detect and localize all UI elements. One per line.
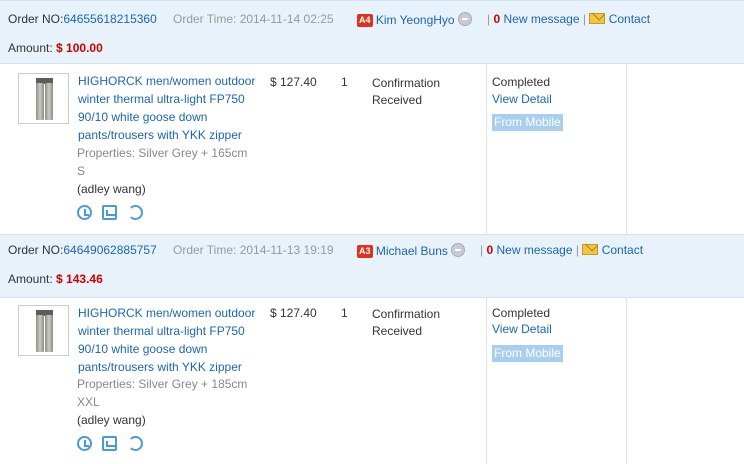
wangwang-icon[interactable] [457, 12, 472, 26]
properties-value: Silver Grey + 185cm [138, 377, 248, 391]
order-time: Order Time: 2014-11-13 19:19 [173, 243, 334, 257]
completion-status: Completed [492, 306, 551, 320]
envelope-icon [589, 13, 606, 24]
new-message-count: 0 [493, 12, 501, 26]
order-no-label: Order NO: [8, 243, 64, 257]
new-message-link[interactable]: New message [497, 243, 573, 257]
divider [486, 64, 487, 234]
order-no-link[interactable]: 64649062885757 [63, 243, 156, 257]
from-mobile-badge: From Mobile [492, 345, 563, 362]
view-detail-link[interactable]: View Detail [492, 92, 552, 106]
order-time-value: 2014-11-14 02:25 [239, 12, 334, 26]
quantity: 1 [341, 306, 348, 320]
message-area: | 0 New message | Contact [487, 12, 651, 26]
buyer-name-link[interactable]: Michael Buns [376, 244, 448, 258]
message-area: | 0 New message | Contact [480, 243, 644, 257]
order-status: Confirmation Received [372, 76, 441, 107]
unit-price: $ 127.40 [270, 306, 317, 320]
order-body: HIGHORCK men/women outdoor winter therma… [0, 64, 744, 234]
clock-icon[interactable] [77, 205, 92, 220]
pants-image [36, 310, 53, 352]
package-icon[interactable] [102, 205, 117, 220]
buyer: A4 Kim YeongHyo [357, 12, 472, 27]
quantity: 1 [341, 75, 348, 89]
order-time: Order Time: 2014-11-14 02:25 [173, 12, 334, 26]
completion-status: Completed [492, 75, 551, 89]
clock-icon[interactable] [77, 436, 92, 451]
product-title-link[interactable]: HIGHORCK men/women outdoor winter therma… [78, 304, 266, 376]
contact-link[interactable]: Contact [609, 12, 650, 26]
pants-image [36, 78, 53, 120]
envelope-icon [582, 244, 599, 255]
product-thumbnail[interactable] [18, 305, 69, 356]
product-note: (adley wang) [77, 413, 146, 427]
order-no: Order NO:64655618215360 [8, 12, 157, 26]
divider [626, 64, 627, 234]
contact-link[interactable]: Contact [602, 243, 643, 257]
product-title-link[interactable]: HIGHORCK men/women outdoor winter therma… [78, 72, 266, 144]
unit-price: $ 127.40 [270, 75, 317, 89]
order-no-label: Order NO: [8, 12, 64, 26]
order-no-link[interactable]: 64655618215360 [63, 12, 156, 26]
amount-value: $ 143.46 [56, 272, 103, 286]
divider [626, 297, 627, 464]
order-header: Order NO:64655618215360 Order Time: 2014… [0, 0, 744, 64]
package-icon[interactable] [102, 436, 117, 451]
order-time-value: 2014-11-13 19:19 [239, 243, 334, 257]
properties-value: Silver Grey + 165cm [138, 146, 248, 160]
refresh-icon[interactable] [128, 436, 143, 451]
buyer-level-badge: A4 [357, 14, 373, 27]
refresh-icon[interactable] [128, 205, 143, 220]
divider [486, 297, 487, 464]
amount-label: Amount: [8, 41, 53, 55]
order-no: Order NO:64649062885757 [8, 243, 157, 257]
product-thumbnail[interactable] [18, 73, 69, 124]
from-mobile-badge: From Mobile [492, 114, 563, 131]
order-header: Order NO:64649062885757 Order Time: 2014… [0, 234, 744, 298]
amount: Amount: $ 100.00 [8, 41, 103, 55]
product-properties: Properties: Silver Grey + 185cm [77, 377, 248, 391]
product-note: (adley wang) [77, 182, 146, 196]
product-size: XXL [77, 395, 100, 409]
new-message-link[interactable]: New message [504, 12, 580, 26]
buyer: A3 Michael Buns [357, 243, 466, 258]
view-detail-link[interactable]: View Detail [492, 322, 552, 336]
buyer-name-link[interactable]: Kim YeongHyo [376, 13, 455, 27]
order-status: Confirmation Received [372, 307, 441, 338]
buyer-level-badge: A3 [357, 245, 373, 258]
amount-label: Amount: [8, 272, 53, 286]
product-properties: Properties: Silver Grey + 165cm [77, 146, 248, 160]
amount: Amount: $ 143.46 [8, 272, 103, 286]
new-message-count: 0 [486, 243, 494, 257]
product-size: S [77, 164, 86, 178]
order-body: HIGHORCK men/women outdoor winter therma… [0, 297, 744, 464]
amount-value: $ 100.00 [56, 41, 103, 55]
wangwang-icon[interactable] [451, 243, 466, 257]
